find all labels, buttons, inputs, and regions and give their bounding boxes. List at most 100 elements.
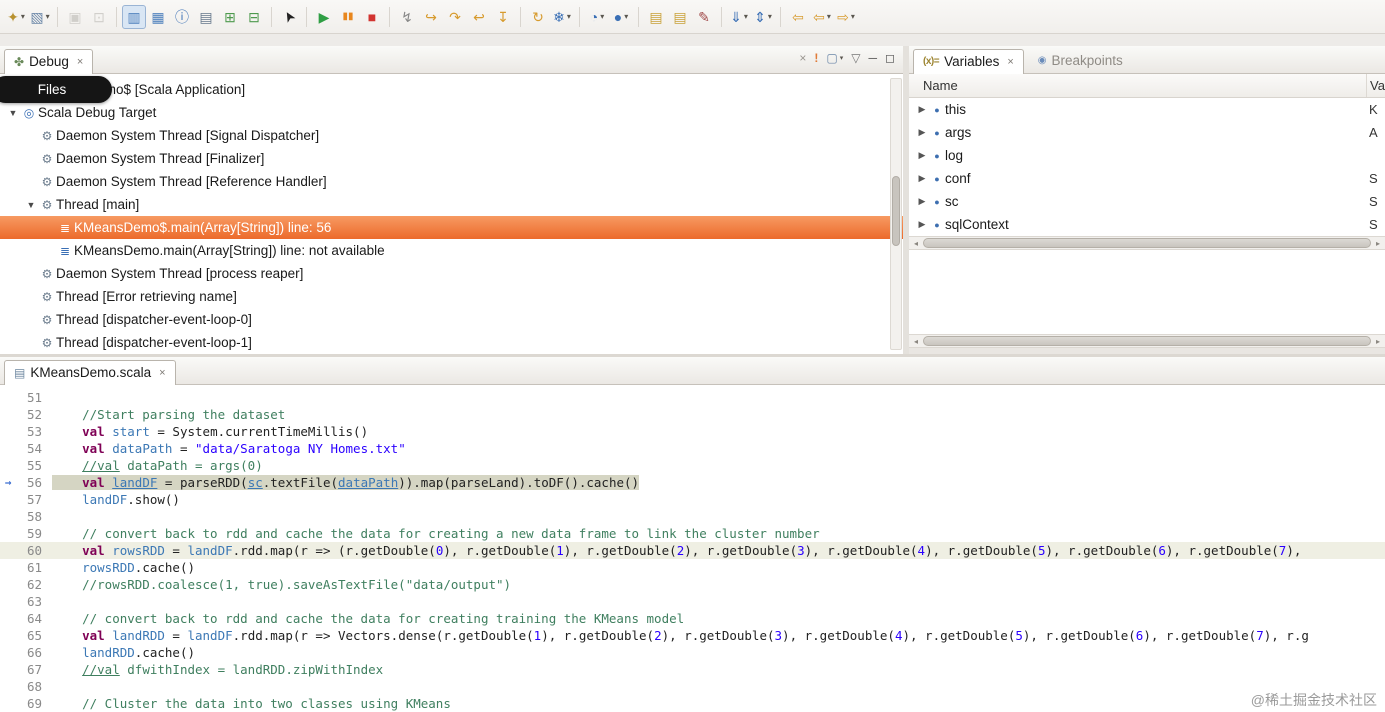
mark-occurrences-icon[interactable]: ✎: [692, 5, 716, 29]
line-number[interactable]: 59: [16, 525, 42, 542]
code-line[interactable]: 64 // convert back to rdd and cache the …: [0, 610, 1385, 627]
minimize-icon[interactable]: ─: [869, 51, 878, 65]
expander-icon[interactable]: ▼: [24, 200, 38, 210]
scroll-right-icon[interactable]: ▸: [1371, 237, 1385, 249]
tab-kmeansdemo-scala[interactable]: ▤ KMeansDemo.scala ×: [4, 360, 176, 385]
line-number[interactable]: 63: [16, 593, 42, 610]
tab-variables[interactable]: (x)= Variables ×: [913, 49, 1024, 74]
code-line[interactable]: 62 //rowsRDD.coalesce(1, true).saveAsTex…: [0, 576, 1385, 593]
variable-row[interactable]: ▶ ● log: [909, 144, 1385, 167]
line-number[interactable]: 52: [16, 406, 42, 423]
line-number[interactable]: 62: [16, 576, 42, 593]
fetch-down-icon[interactable]: ⇓ ▾: [727, 5, 751, 29]
code-line[interactable]: 53 val start = System.currentTimeMillis(…: [0, 423, 1385, 440]
line-number[interactable]: 61: [16, 559, 42, 576]
maximize-icon[interactable]: ◻: [885, 51, 895, 65]
line-number[interactable]: 51: [16, 389, 42, 406]
code-editor[interactable]: 51 52 //Start parsing the dataset 53 val s…: [0, 385, 1385, 712]
tree-row[interactable]: ▼◈KMeansDemo$ [Scala Application]: [0, 78, 903, 101]
monitor-icon[interactable]: ▢ ▾: [826, 51, 843, 65]
code-line[interactable]: 51: [0, 389, 1385, 406]
last-edit-icon[interactable]: ⇦: [786, 5, 810, 29]
code-line[interactable]: 65 val landRDD = landDF.rdd.map(r => Vec…: [0, 627, 1385, 644]
line-number[interactable]: 58: [16, 508, 42, 525]
tree-row[interactable]: ▼ ◎ Scala Debug Target: [0, 101, 903, 124]
disconnect-icon[interactable]: ↯: [395, 5, 419, 29]
scroll-left-icon[interactable]: ◂: [909, 335, 923, 347]
save-all-icon[interactable]: ⊡: [87, 5, 111, 29]
tree-row[interactable]: ⚙ Daemon System Thread [Signal Dispatcher…: [0, 124, 903, 147]
line-number[interactable]: 66: [16, 644, 42, 661]
column-header-name[interactable]: Name: [909, 78, 958, 93]
line-number[interactable]: 54: [16, 440, 42, 457]
line-number[interactable]: 67: [16, 661, 42, 678]
tree-row[interactable]: ⚙ Daemon System Thread [process reaper]: [0, 262, 903, 285]
new-wizard-icon[interactable]: ✦ ▾: [4, 5, 28, 29]
warning-icon[interactable]: !: [814, 51, 818, 65]
code-line[interactable]: 60 val rowsRDD = landDF.rdd.map(r => (r.…: [0, 542, 1385, 559]
code-line[interactable]: → 56 val landDF = parseRDD(sc.textFile(da…: [0, 474, 1385, 491]
code-line[interactable]: 58: [0, 508, 1385, 525]
remove-console-icon[interactable]: ⊟: [242, 5, 266, 29]
tree-row[interactable]: ▼ ⚙ Thread [main]: [0, 193, 903, 216]
line-number[interactable]: 57: [16, 491, 42, 508]
debug-tree-scrollbar[interactable]: [890, 78, 902, 350]
new-element-icon[interactable]: ▧ ▾: [28, 5, 52, 29]
console-icon[interactable]: ▥: [122, 4, 146, 29]
tree-row[interactable]: ⚙ Daemon System Thread [Reference Handler…: [0, 170, 903, 193]
inspect-icon[interactable]: ● ▾: [609, 5, 633, 29]
tree-row[interactable]: ⚙ Daemon System Thread [Finalizer]: [0, 147, 903, 170]
scrollbar-thumb[interactable]: [923, 336, 1371, 346]
scrollbar-thumb[interactable]: [892, 176, 900, 247]
variable-row[interactable]: ▶ ● conf S: [909, 167, 1385, 190]
code-line[interactable]: 67 //val dfwithIndex = landRDD.zipWithIn…: [0, 661, 1385, 678]
step-over-icon[interactable]: ↷: [443, 5, 467, 29]
scroll-right-icon[interactable]: ▸: [1371, 335, 1385, 347]
run-history-icon[interactable]: ◔ ▾: [585, 5, 609, 29]
save-icon[interactable]: ▣: [63, 5, 87, 29]
expander-icon[interactable]: ▶: [915, 104, 929, 115]
step-into-icon[interactable]: ↪: [419, 5, 443, 29]
code-line[interactable]: 61 rowsRDD.cache(): [0, 559, 1385, 576]
step-return-icon[interactable]: ↩: [467, 5, 491, 29]
expander-icon[interactable]: ▶: [915, 196, 929, 207]
line-number[interactable]: 53: [16, 423, 42, 440]
pointer-icon[interactable]: ➤: [277, 5, 301, 29]
add-console-icon[interactable]: ⊞: [218, 5, 242, 29]
variable-row[interactable]: ▶ ● args A: [909, 121, 1385, 144]
swap-icon[interactable]: ⇕ ▾: [751, 5, 775, 29]
back-icon[interactable]: ⇦ ▾: [810, 5, 834, 29]
expander-icon[interactable]: ▶: [915, 150, 929, 161]
code-line[interactable]: 68: [0, 678, 1385, 695]
resume-icon[interactable]: ▶: [312, 5, 336, 29]
variable-row[interactable]: ▶ ● sc S: [909, 190, 1385, 213]
step-filters-icon[interactable]: ❄ ▾: [550, 5, 574, 29]
line-number[interactable]: 56: [16, 474, 42, 491]
column-header-value[interactable]: Val: [1366, 74, 1385, 97]
tab-breakpoints[interactable]: ◉ Breakpoints: [1028, 48, 1133, 73]
tree-row[interactable]: ⚙ Thread [Error retrieving name]: [0, 285, 903, 308]
tree-row[interactable]: ⚙ Thread [dispatcher-event-loop-0]: [0, 308, 903, 331]
code-line[interactable]: 66 landRDD.cache(): [0, 644, 1385, 661]
code-line[interactable]: 52 //Start parsing the dataset: [0, 406, 1385, 423]
scrollbar-thumb[interactable]: [923, 238, 1371, 248]
expander-icon[interactable]: ▼: [6, 108, 20, 118]
tree-row[interactable]: ≣ KMeansDemo.main(Array[String]) line: no…: [0, 239, 903, 262]
variable-row[interactable]: ▶ ● sqlContext S: [909, 213, 1385, 236]
code-line[interactable]: 54 val dataPath = "data/Saratoga NY Home…: [0, 440, 1385, 457]
code-line[interactable]: 59 // convert back to rdd and cache the …: [0, 525, 1385, 542]
code-line[interactable]: 57 landDF.show(): [0, 491, 1385, 508]
expander-icon[interactable]: ▶: [915, 127, 929, 138]
expander-icon[interactable]: ▶: [915, 219, 929, 230]
scroll-left-icon[interactable]: ◂: [909, 237, 923, 249]
variables-hscrollbar[interactable]: ◂ ▸: [909, 236, 1385, 250]
drop-to-frame-icon[interactable]: ↧: [491, 5, 515, 29]
database-icon[interactable]: ▤: [644, 5, 668, 29]
close-icon[interactable]: ×: [159, 367, 165, 379]
view-menu-icon[interactable]: ▽: [851, 51, 860, 65]
variable-detail-pane[interactable]: [909, 250, 1385, 334]
line-number[interactable]: 55: [16, 457, 42, 474]
pause-icon[interactable]: ▮▮: [336, 5, 360, 29]
close-icon[interactable]: ×: [1007, 56, 1013, 68]
variable-row[interactable]: ▶ ● this K: [909, 98, 1385, 121]
